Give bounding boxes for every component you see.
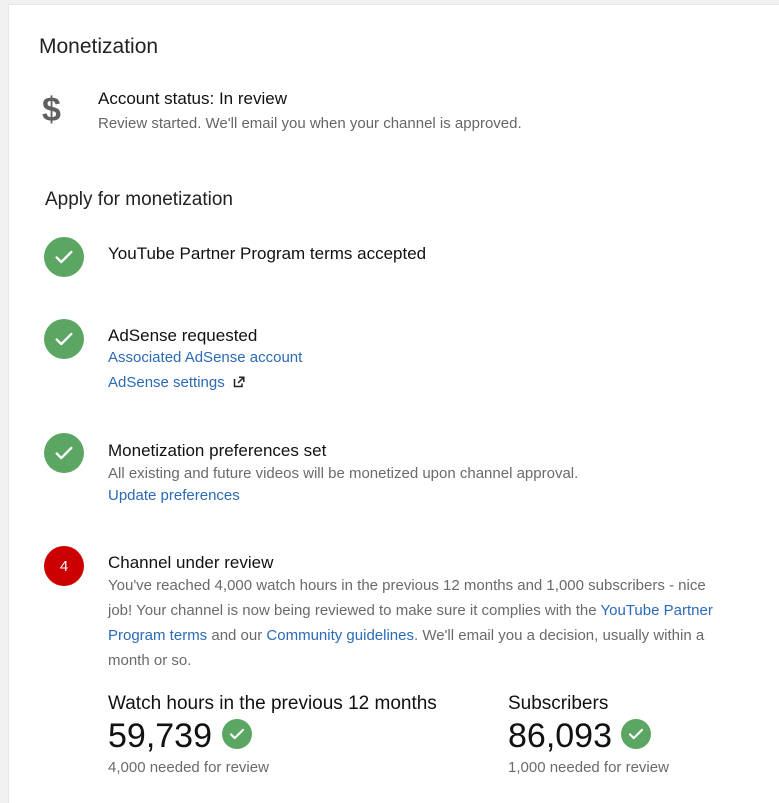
adsense-settings-label[interactable]: AdSense settings	[108, 374, 225, 391]
watch-hours-needed: 4,000 needed for review	[108, 759, 269, 776]
check-icon	[44, 237, 84, 277]
step-number-badge: 4	[44, 546, 84, 586]
page-title: Monetization	[39, 35, 159, 58]
check-icon	[621, 719, 651, 749]
check-icon	[44, 319, 84, 359]
check-icon	[44, 433, 84, 473]
account-status: Account status: In review	[98, 89, 287, 108]
monetization-card: Monetization $ Account status: In review…	[8, 4, 779, 803]
adsense-settings-link[interactable]: AdSense settings	[108, 374, 245, 392]
subscribers-label: Subscribers	[508, 693, 609, 714]
step-adsense-title: AdSense requested	[108, 326, 258, 345]
subscribers-needed: 1,000 needed for review	[508, 759, 669, 776]
step-preferences-title: Monetization preferences set	[108, 441, 327, 460]
review-description: You've reached 4,000 watch hours in the …	[108, 573, 718, 673]
community-guidelines-link[interactable]: Community guidelines	[266, 627, 414, 644]
step-terms-title: YouTube Partner Program terms accepted	[108, 244, 427, 263]
watch-hours-label: Watch hours in the previous 12 months	[108, 693, 437, 714]
update-preferences-link[interactable]: Update preferences	[108, 487, 240, 504]
step-review-title: Channel under review	[108, 553, 274, 572]
dollar-icon: $	[42, 91, 61, 129]
account-status-detail: Review started. We'll email you when you…	[98, 115, 522, 132]
step-preferences-detail: All existing and future videos will be m…	[108, 465, 579, 482]
section-title: Apply for monetization	[45, 189, 233, 210]
associated-adsense-link[interactable]: Associated AdSense account	[108, 349, 302, 366]
subscribers-value: 86,093	[508, 717, 612, 755]
external-link-icon	[233, 376, 245, 388]
watch-hours-value: 59,739	[108, 717, 212, 755]
review-text-2: and our	[211, 627, 263, 644]
check-icon	[222, 719, 252, 749]
